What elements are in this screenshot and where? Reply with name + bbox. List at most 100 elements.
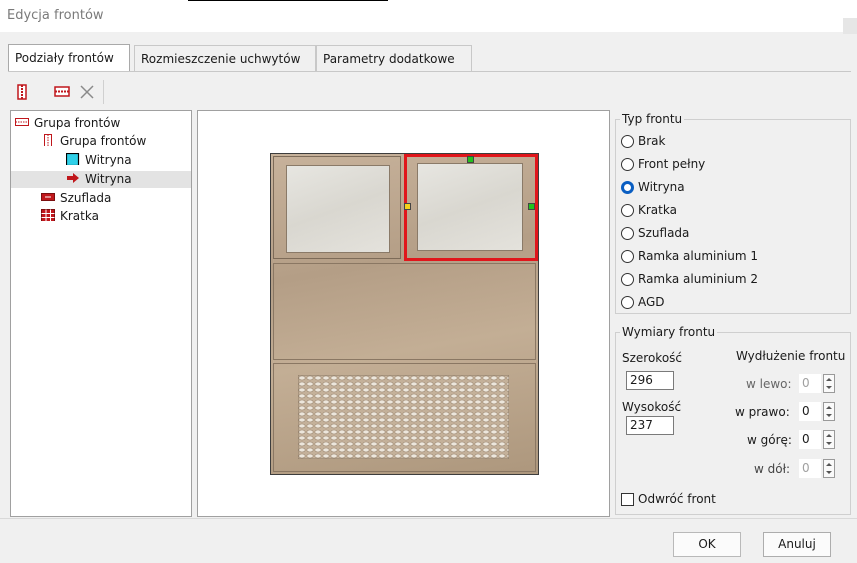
witryna-right-selected[interactable] [404, 154, 538, 261]
resize-handle-left[interactable] [404, 203, 411, 210]
w-prawo-value: 0 [799, 402, 821, 421]
radio-label: Kratka [638, 203, 677, 217]
radio-label: Ramka aluminium 1 [638, 249, 759, 263]
delete-icon [80, 85, 94, 99]
w-dol-value: 0 [799, 459, 821, 478]
radio-label: Ramka aluminium 2 [638, 272, 759, 286]
w-lewo-label: w lewo: [746, 377, 792, 391]
radio-dot [621, 273, 634, 286]
title-bar: Edycja frontów [0, 0, 857, 34]
wysokosc-label: Wysokość [622, 400, 682, 414]
radio-label: AGD [638, 295, 665, 309]
radio-agd[interactable]: AGD [621, 294, 665, 310]
glass-pane [417, 163, 523, 251]
radio-dot [621, 204, 634, 217]
tree-item-witryna-2[interactable]: Witryna [66, 171, 132, 187]
radio-front-pelny[interactable]: Front pełny [621, 156, 705, 172]
resize-handle-top[interactable] [467, 156, 474, 163]
w-prawo-label: w prawo: [735, 405, 790, 419]
spin-arrows[interactable] [823, 430, 835, 449]
w-dol-label: w dół: [754, 462, 791, 476]
vertical-split-button[interactable] [13, 82, 33, 102]
title-line [188, 0, 388, 1]
radio-szuflada[interactable]: Szuflada [621, 225, 689, 241]
w-gore-label: w górę: [747, 433, 792, 447]
front-pelny-panel[interactable] [273, 263, 536, 360]
spin-arrows[interactable] [823, 459, 835, 478]
red-arrow-icon [67, 173, 79, 183]
checkbox-box [621, 493, 634, 506]
window-title: Edycja frontów [7, 8, 104, 23]
szerokosc-label: Szerokość [622, 351, 683, 365]
radio-label: Szuflada [638, 226, 690, 240]
tree-item-grupa-frontow-root[interactable]: Grupa frontów [15, 115, 120, 131]
radio-label: Brak [638, 134, 666, 148]
tree-item-kratka[interactable]: Kratka [41, 208, 99, 224]
horizontal-split-button[interactable] [52, 82, 72, 102]
tree-item-label: Witryna [85, 153, 132, 167]
wysokosc-input[interactable]: 237 [626, 416, 674, 435]
delete-button[interactable] [77, 82, 97, 102]
w-dol-spinner[interactable]: 0 [799, 459, 835, 478]
wydluzenie-label: Wydłużenie frontu [736, 349, 846, 363]
radio-ramka-aluminium-2[interactable]: Ramka aluminium 2 [621, 271, 758, 287]
radio-dot [621, 250, 634, 263]
cancel-button[interactable]: Anuluj [763, 532, 831, 557]
tab-label: Podziały frontów [15, 51, 114, 65]
w-lewo-value: 0 [799, 374, 821, 393]
radio-dot-selected [621, 181, 634, 194]
tab-podzialy-frontow[interactable]: Podziały frontów [8, 44, 130, 72]
toolbar-separator [103, 80, 104, 104]
radio-label: Front pełny [638, 157, 706, 171]
tree-item-label: Kratka [60, 209, 99, 223]
radio-label: Witryna [638, 180, 685, 194]
ok-button[interactable]: OK [673, 532, 741, 557]
horizontal-split-icon [54, 86, 70, 97]
horizontal-group-icon [15, 118, 29, 126]
spin-arrows[interactable] [823, 402, 835, 421]
radio-dot [621, 227, 634, 240]
resize-handle-right[interactable] [528, 203, 535, 210]
tab-rozmieszczenie-uchwytow[interactable]: Rozmieszczenie uchwytów [134, 45, 316, 71]
radio-witryna[interactable]: Witryna [621, 179, 685, 195]
tree-item-witryna-1[interactable]: Witryna [66, 152, 132, 168]
radio-ramka-aluminium-1[interactable]: Ramka aluminium 1 [621, 248, 758, 264]
radio-kratka[interactable]: Kratka [621, 202, 677, 218]
odwroc-front-checkbox[interactable]: Odwróć front [621, 491, 716, 507]
radio-brak[interactable]: Brak [621, 133, 665, 149]
w-gore-spinner[interactable]: 0 [799, 430, 835, 449]
w-gore-value: 0 [799, 430, 821, 449]
tree-item-label: Grupa frontów [34, 116, 121, 130]
cabinet-front [270, 153, 539, 475]
tree-item-grupa-frontow-child[interactable]: Grupa frontów [41, 133, 146, 149]
typ-frontu-title: Typ frontu [620, 112, 685, 126]
kratka-panel[interactable] [273, 363, 536, 472]
glass-pane [286, 165, 390, 253]
vertical-group-icon [44, 134, 52, 146]
front-tree[interactable]: Grupa frontów Grupa frontów Witryna Witr… [10, 110, 192, 517]
w-prawo-spinner[interactable]: 0 [799, 402, 835, 421]
checkbox-label: Odwróć front [638, 492, 716, 506]
tab-label: Rozmieszczenie uchwytów [141, 52, 301, 66]
tree-item-szuflada[interactable]: Szuflada [41, 190, 111, 206]
grid-icon [41, 209, 55, 221]
spin-arrows[interactable] [823, 374, 835, 393]
radio-dot [621, 135, 634, 148]
tree-item-label: Szuflada [60, 191, 112, 205]
szerokosc-input[interactable]: 296 [626, 371, 674, 390]
grille-pattern [298, 375, 509, 459]
w-lewo-spinner[interactable]: 0 [799, 374, 835, 393]
front-preview[interactable] [197, 110, 610, 517]
wymiary-frontu-title: Wymiary frontu [620, 325, 718, 339]
vertical-split-icon [17, 84, 27, 100]
cyan-square-icon [66, 153, 80, 165]
tab-divider [8, 71, 851, 72]
witryna-left[interactable] [273, 156, 401, 259]
tab-label: Parametry dodatkowe [323, 52, 455, 66]
tree-item-label: Grupa frontów [60, 134, 147, 148]
drawer-icon [41, 193, 55, 201]
radio-dot [621, 296, 634, 309]
close-button[interactable] [843, 18, 857, 34]
tab-parametry-dodatkowe[interactable]: Parametry dodatkowe [316, 45, 472, 71]
tree-item-label: Witryna [85, 172, 132, 186]
